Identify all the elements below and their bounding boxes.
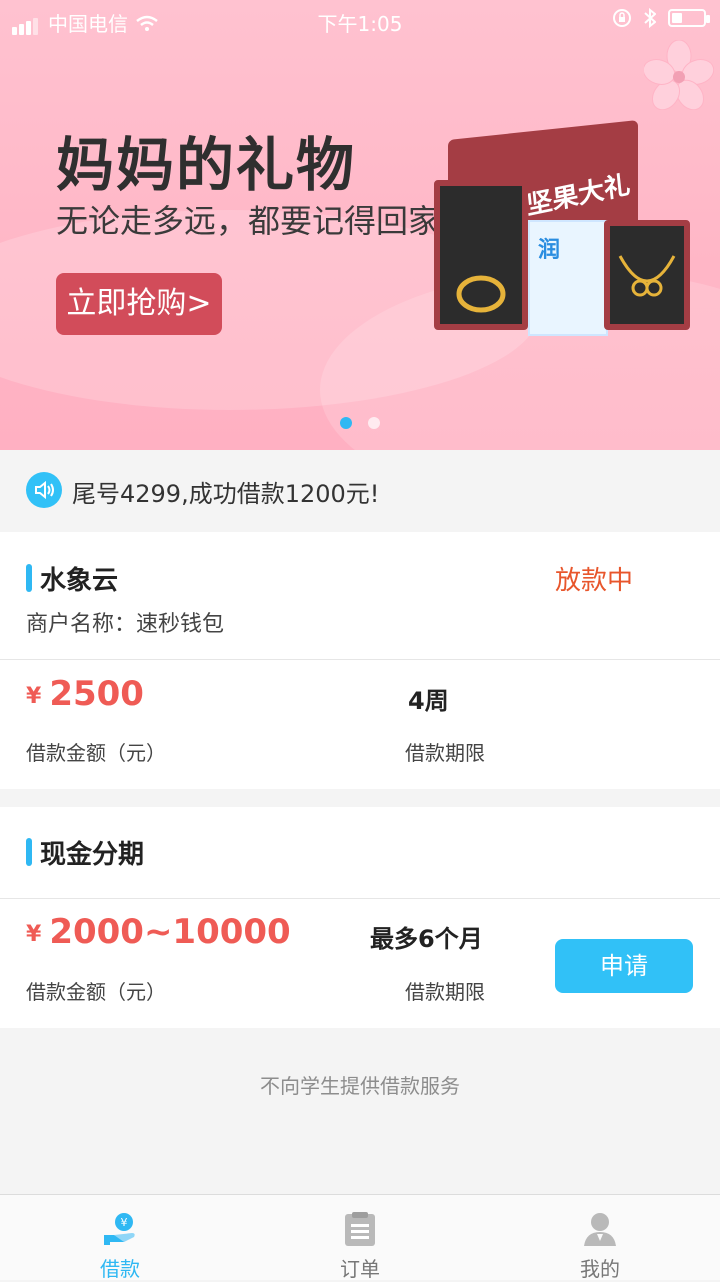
necklace-box (604, 220, 690, 330)
footer-note: 不向学生提供借款服务 (260, 1074, 460, 1098)
tab-loan[interactable]: ¥ 借款 (0, 1195, 240, 1281)
bracelet-box (434, 180, 528, 330)
carousel-dots (340, 417, 380, 429)
tab-label: 订单 (340, 1257, 380, 1281)
tab-label: 借款 (100, 1257, 140, 1281)
status-bar: 中国电信 下午1:05 (0, 0, 720, 40)
loan-amount: ¥2500 (26, 674, 144, 714)
flower-icon (644, 40, 714, 110)
merchant-name: 商户名称：速秒钱包 (26, 612, 225, 637)
title-accent-bar (26, 564, 32, 592)
loan-status-badge: 放款中 (555, 566, 634, 596)
carousel-dot-2[interactable] (368, 417, 380, 429)
battery-icon (668, 9, 710, 27)
necklace-icon (618, 255, 676, 297)
apply-button[interactable]: 申请 (555, 939, 693, 993)
rotation-lock-icon (613, 9, 631, 27)
installment-amount: ¥2000~10000 (26, 912, 291, 952)
loan-card-title: 水象云 (40, 566, 119, 596)
carousel-dot-1[interactable] (340, 417, 352, 429)
bluetooth-icon (644, 8, 656, 28)
divider (0, 659, 720, 660)
promo-banner[interactable]: 中国电信 下午1:05 妈妈的礼物 无论走多远，都要记得回家 立即抢购> 坚果大… (0, 0, 720, 450)
order-icon (345, 1212, 375, 1246)
banner-title: 妈妈的礼物 (56, 131, 357, 199)
banner-subtitle: 无论走多远，都要记得回家 (56, 202, 441, 240)
installment-card-title: 现金分期 (40, 840, 145, 870)
tab-bar: ¥ 借款 订单 我的 (0, 1194, 720, 1281)
svg-text:¥: ¥ (121, 1216, 128, 1229)
loan-amount-label: 借款金额（元） (26, 741, 166, 765)
profile-icon (584, 1213, 616, 1246)
loan-term: 4周 (408, 687, 449, 715)
installment-amount-label: 借款金额（元） (26, 980, 166, 1004)
loan-icon: ¥ (104, 1213, 135, 1245)
mask-pack-label: 润 (538, 238, 561, 263)
divider (0, 898, 720, 899)
tab-label: 我的 (580, 1257, 620, 1281)
tab-profile[interactable]: 我的 (480, 1195, 720, 1281)
buy-now-button[interactable]: 立即抢购> (56, 273, 222, 335)
installment-term-label: 借款期限 (405, 980, 485, 1004)
loan-term-label: 借款期限 (405, 741, 485, 765)
product-image: 坚果大礼包 润 (430, 110, 700, 350)
face-mask-pack: 润 (528, 220, 608, 336)
title-accent-bar (26, 838, 32, 866)
notice-text: 尾号4299,成功借款1200元! (72, 480, 380, 508)
tab-orders[interactable]: 订单 (240, 1195, 480, 1281)
speaker-icon (26, 472, 62, 508)
bracelet-icon (456, 275, 506, 313)
installment-term: 最多6个月 (370, 925, 483, 953)
